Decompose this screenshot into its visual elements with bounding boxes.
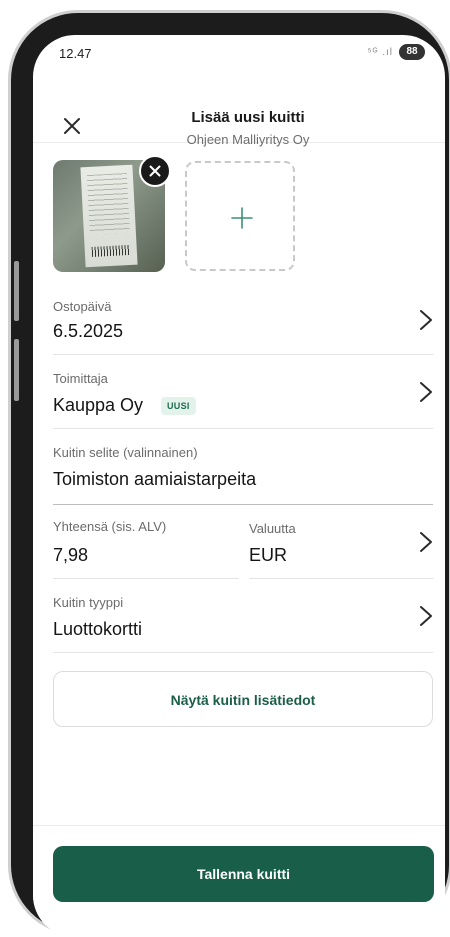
receipt-type-value: Luottokortti [53, 619, 143, 639]
close-icon [64, 118, 80, 134]
supplier-value: Kauppa Oy [53, 395, 144, 415]
signal-icon: ⁵ᴳ .ıl [367, 47, 393, 58]
chevron-right-icon [419, 309, 433, 331]
header: Lisää uusi kuitti Ohjeen Malliyritys Oy [33, 69, 445, 147]
battery-icon: 88 [399, 44, 425, 60]
purchase-date-label: Ostopäivä [53, 299, 112, 314]
receipt-type-label: Kuitin tyyppi [53, 595, 124, 610]
status-bar: 12.47 ⁵ᴳ .ıl 88 [33, 35, 445, 69]
bottom-action-bar: Tallenna kuitti [33, 825, 445, 937]
purchase-date-value: 6.5.2025 [53, 321, 124, 341]
total-field[interactable]: Yhteensä (sis. ALV) 7,98 [53, 505, 239, 579]
screen: 12.47 ⁵ᴳ .ıl 88 Lisää uusi kuitti Ohjeen… [33, 35, 445, 937]
currency-value: EUR [249, 545, 288, 565]
status-time: 12.47 [59, 46, 92, 61]
currency-field[interactable]: Valuutta EUR [249, 505, 433, 579]
receipt-paper [80, 164, 138, 268]
show-details-button[interactable]: Näytä kuitin lisätiedot [53, 671, 433, 727]
purchase-date-field[interactable]: Ostopäivä 6.5.2025 [53, 287, 433, 355]
chevron-right-icon [419, 531, 433, 553]
description-value: Toimiston aamiaistarpeita [53, 469, 257, 489]
new-badge: UUSI [161, 397, 196, 415]
currency-label: Valuutta [249, 521, 296, 536]
description-field[interactable]: Kuitin selite (valinnainen) Toimiston aa… [53, 429, 433, 505]
remove-photo-button[interactable] [139, 155, 171, 187]
add-photo-button[interactable] [185, 161, 295, 271]
close-button[interactable] [61, 115, 83, 137]
close-icon [149, 165, 161, 177]
save-receipt-button[interactable]: Tallenna kuitti [53, 846, 434, 902]
supplier-label: Toimittaja [53, 371, 108, 386]
plus-icon [231, 207, 253, 229]
total-label: Yhteensä (sis. ALV) [53, 519, 167, 534]
volume-button [14, 261, 19, 321]
chevron-right-icon [419, 605, 433, 627]
total-value: 7,98 [53, 545, 89, 565]
description-label: Kuitin selite (valinnainen) [53, 445, 198, 460]
power-button [14, 339, 19, 401]
receipt-barcode [91, 244, 131, 257]
receipt-text-lines [86, 173, 130, 236]
phone-frame: 12.47 ⁵ᴳ .ıl 88 Lisää uusi kuitti Ohjeen… [8, 10, 450, 937]
receipt-type-field[interactable]: Kuitin tyyppi Luottokortti [53, 579, 433, 653]
page-title: Lisää uusi kuitti [191, 109, 305, 126]
supplier-field[interactable]: Toimittaja Kauppa Oy UUSI [53, 355, 433, 429]
company-name: Ohjeen Malliyritys Oy [186, 132, 310, 147]
chevron-right-icon [419, 381, 433, 403]
